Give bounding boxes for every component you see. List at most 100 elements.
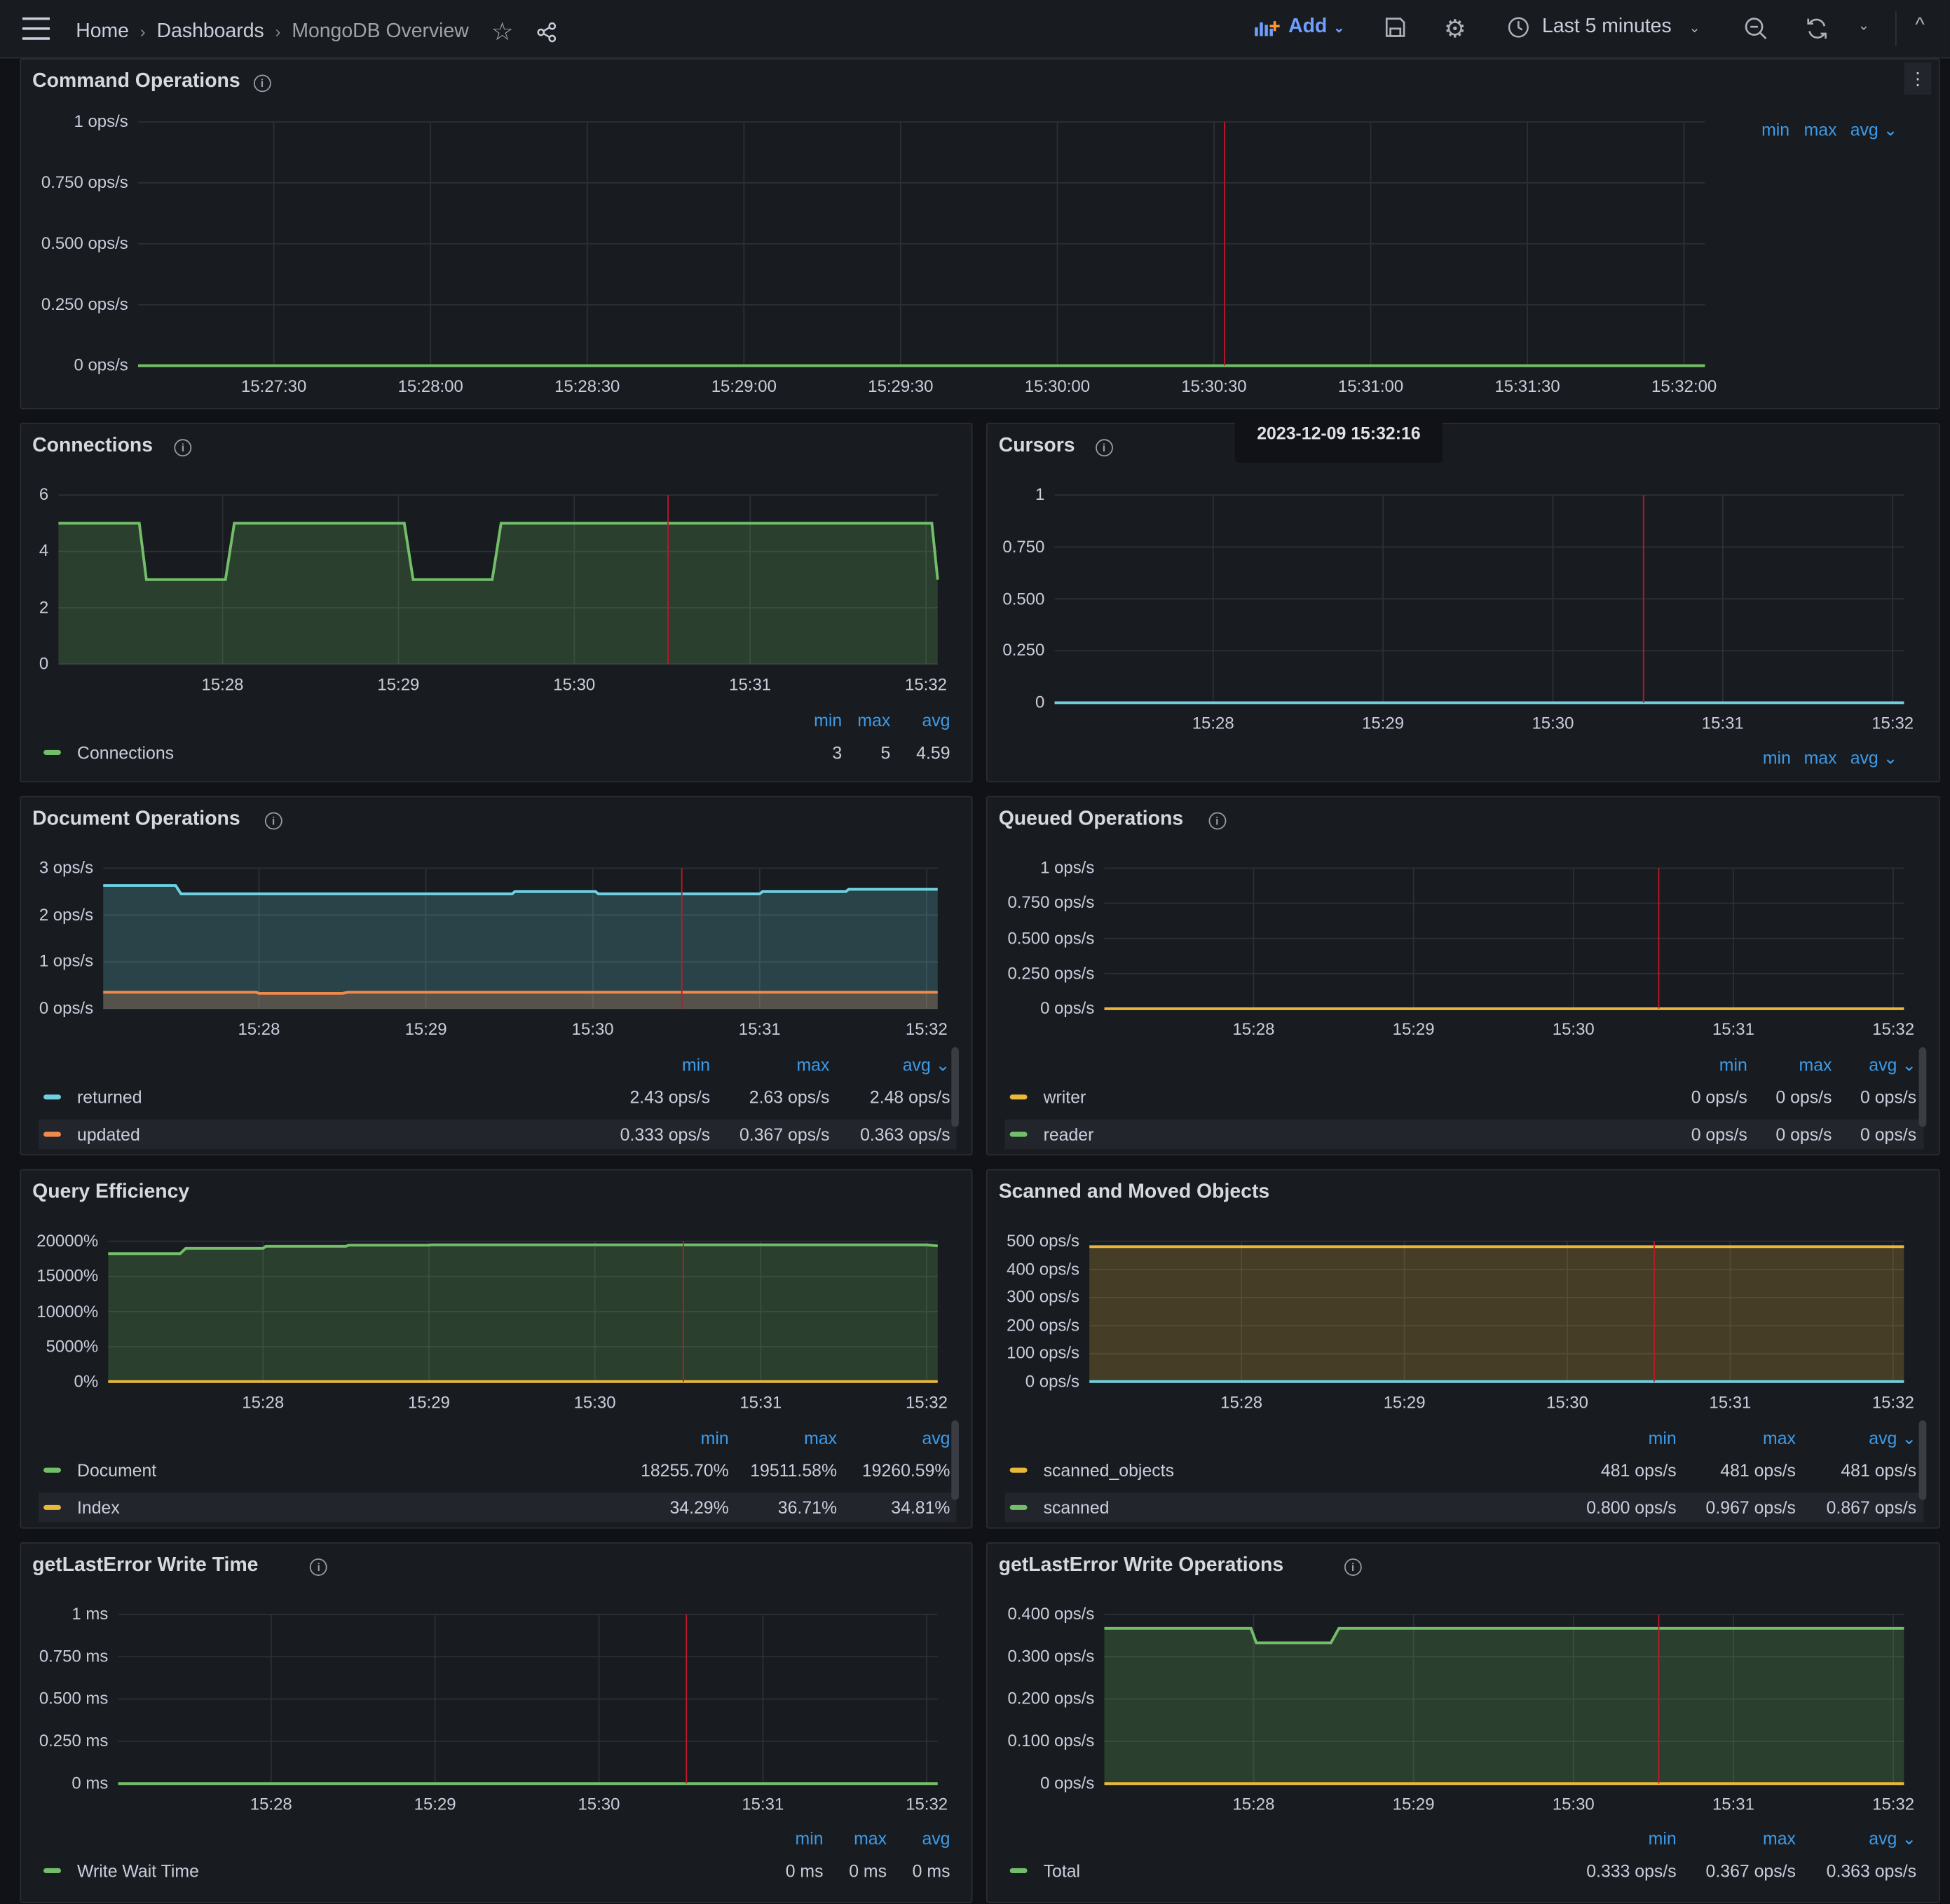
x-tick-label: 15:28 <box>1232 1019 1275 1039</box>
legend-swatch <box>43 1868 61 1873</box>
y-tick-label: 2 <box>39 597 49 617</box>
legend-value-avg: 4.59 <box>916 742 950 763</box>
legend-scrollbar[interactable] <box>1918 1047 1927 1127</box>
legend-series-name[interactable]: scanned_objects <box>1044 1460 1174 1480</box>
x-tick-label: 15:28 <box>1220 1393 1263 1412</box>
y-tick-label: 6 <box>39 484 49 504</box>
breadcrumb-home[interactable]: Home <box>76 20 129 43</box>
x-tick-label: 15:31:30 <box>1494 376 1560 396</box>
legend-value-avg: 0.363 ops/s <box>1826 1861 1917 1881</box>
legend-series-name[interactable]: Document <box>77 1460 156 1480</box>
legend-header-avg[interactable]: avg ⌄ <box>903 1055 950 1076</box>
chart-plot[interactable] <box>988 424 1942 784</box>
x-tick-label: 15:30 <box>1552 1019 1595 1039</box>
zoom-out-icon[interactable] <box>1743 16 1768 41</box>
legend-series-name[interactable]: updated <box>77 1124 140 1144</box>
legend-header-max[interactable]: max <box>796 1055 829 1075</box>
star-icon[interactable]: ☆ <box>491 16 514 47</box>
legend-series-name[interactable]: reader <box>1044 1124 1094 1144</box>
x-tick-label: 15:31 <box>742 1795 784 1814</box>
x-tick-label: 15:30:00 <box>1024 376 1091 396</box>
legend-header-min[interactable]: min <box>796 1828 824 1848</box>
share-icon[interactable] <box>536 20 558 43</box>
y-tick-label: 400 ops/s <box>1007 1259 1080 1279</box>
legend-header-min[interactable]: min <box>1761 119 1789 139</box>
y-tick-label: 0.750 ops/s <box>1007 893 1095 912</box>
legend-value-max: 0.367 ops/s <box>739 1124 830 1145</box>
legend-swatch <box>1009 1504 1028 1510</box>
x-tick-label: 15:28 <box>1192 714 1234 733</box>
refresh-icon[interactable] <box>1804 16 1829 41</box>
y-tick-label: 0.400 ops/s <box>1007 1604 1095 1624</box>
legend-header-min[interactable]: min <box>814 710 842 730</box>
legend-series-name[interactable]: scanned <box>1044 1497 1110 1517</box>
legend-header-avg[interactable]: avg ⌄ <box>1869 1055 1916 1076</box>
legend-value-max: 19511.58% <box>750 1460 838 1481</box>
x-tick-label: 15:30 <box>573 1393 616 1412</box>
legend-scrollbar[interactable] <box>951 1420 959 1500</box>
legend-series-name[interactable]: Connections <box>77 742 174 762</box>
add-button[interactable]: Add ⌄ <box>1253 16 1345 39</box>
legend-value-min: 0.333 ops/s <box>1586 1861 1677 1881</box>
legend-header-max[interactable]: max <box>857 710 890 730</box>
legend-header-max[interactable]: max <box>1763 1428 1796 1448</box>
breadcrumb-dashboards[interactable]: Dashboards <box>157 20 264 43</box>
chart-plot[interactable] <box>988 1544 1942 1904</box>
x-tick-label: 15:31 <box>739 1393 782 1412</box>
legend-header-max[interactable]: max <box>1804 747 1837 767</box>
panel-connections: Connections i 0 2 4 6 15:28 15:29 15:30 15:31 15:3… <box>20 423 973 782</box>
refresh-interval-chevron-icon[interactable]: ⌄ <box>1858 18 1869 34</box>
legend-scrollbar[interactable] <box>1918 1420 1927 1500</box>
legend-value-avg: 34.81% <box>891 1497 950 1518</box>
legend-header-max[interactable]: max <box>854 1828 887 1848</box>
y-tick-label: 1 ops/s <box>1040 858 1095 877</box>
chart-plot[interactable] <box>21 797 974 1157</box>
gear-icon[interactable]: ⚙ <box>1444 14 1466 45</box>
legend-value-max: 0.367 ops/s <box>1705 1861 1796 1881</box>
legend-header-avg[interactable]: avg ⌄ <box>1869 1828 1916 1849</box>
y-tick-label: 0 ms <box>71 1774 109 1793</box>
legend-header-avg[interactable]: avg ⌄ <box>1869 1428 1916 1449</box>
legend-header-avg[interactable]: avg <box>922 710 950 730</box>
panel-command-operations: Command Operations i ⋮ 0 ops/s 0.250 ops/s 0.… <box>20 58 1941 410</box>
legend-series-name[interactable]: Index <box>77 1497 120 1517</box>
y-tick-label: 0.500 ops/s <box>1007 928 1095 948</box>
legend-swatch <box>43 1504 61 1510</box>
x-tick-label: 15:32 <box>1871 1393 1914 1412</box>
x-tick-label: 15:29 <box>414 1795 456 1814</box>
legend-header-min[interactable]: min <box>1763 747 1791 767</box>
legend-value-min: 0.800 ops/s <box>1586 1497 1677 1518</box>
save-icon[interactable] <box>1384 16 1407 39</box>
legend-header-max[interactable]: max <box>1763 1828 1796 1848</box>
chart-plot[interactable] <box>21 1544 974 1904</box>
menu-icon[interactable] <box>22 17 50 40</box>
legend-header-avg[interactable]: avg ⌄ <box>1850 119 1898 140</box>
legend-header-avg[interactable]: avg <box>922 1828 950 1848</box>
y-tick-label: 0 ops/s <box>1040 1774 1095 1793</box>
y-tick-label: 0 ops/s <box>74 355 128 375</box>
legend-header-min[interactable]: min <box>1649 1828 1677 1848</box>
legend-header-max[interactable]: max <box>1799 1055 1832 1075</box>
legend-header-min[interactable]: min <box>701 1428 729 1448</box>
series-area-updated <box>103 992 938 1009</box>
legend-header-avg[interactable]: avg <box>922 1428 950 1448</box>
legend-header-max[interactable]: max <box>1804 119 1837 139</box>
legend-header-max[interactable]: max <box>804 1428 837 1448</box>
clock-icon <box>1508 17 1529 38</box>
chart-plot[interactable] <box>21 60 1941 410</box>
legend-header-min[interactable]: min <box>1649 1428 1677 1448</box>
x-tick-label: 15:29 <box>1362 714 1405 733</box>
legend-series-name[interactable]: Write Wait Time <box>77 1861 199 1880</box>
legend-header-min[interactable]: min <box>1719 1055 1747 1075</box>
legend-series-name[interactable]: Total <box>1044 1861 1080 1880</box>
legend-series-name[interactable]: returned <box>77 1087 142 1107</box>
legend-series-name[interactable]: writer <box>1044 1087 1086 1107</box>
y-tick-label: 0% <box>74 1371 99 1391</box>
legend-header-min[interactable]: min <box>682 1055 710 1075</box>
collapse-chevron-icon[interactable]: ^ <box>1915 15 1924 37</box>
legend-header-avg[interactable]: avg ⌄ <box>1850 747 1898 768</box>
legend-scrollbar[interactable] <box>951 1047 959 1127</box>
legend-value-avg: 481 ops/s <box>1841 1460 1917 1481</box>
x-tick-label: 15:29 <box>1392 1795 1435 1814</box>
time-range-picker[interactable]: Last 5 minutes ⌄ <box>1507 16 1700 39</box>
